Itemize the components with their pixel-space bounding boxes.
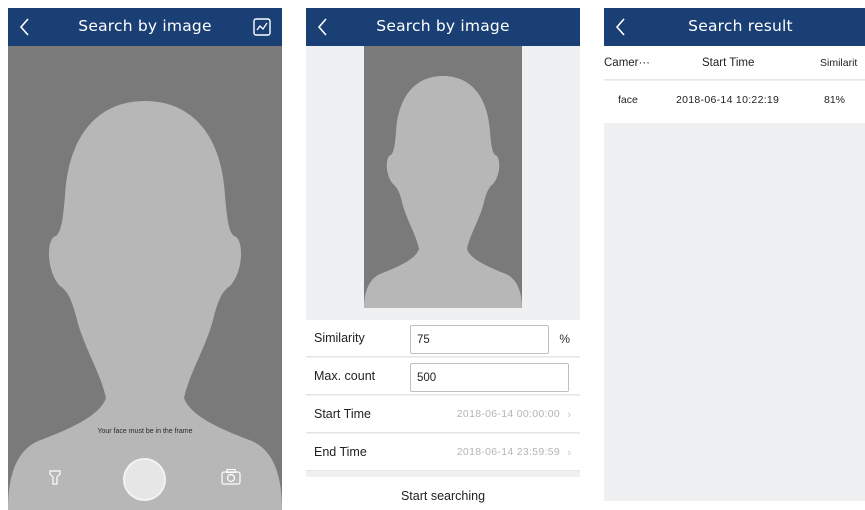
face-silhouette	[8, 101, 282, 510]
camera-screen: Search by image Your face must be in the…	[8, 8, 282, 510]
search-navbar: Search by image	[306, 8, 580, 46]
end-time-label: End Time	[314, 445, 367, 459]
result-navbar: Search result	[604, 8, 865, 46]
page-title: Search by image	[376, 17, 510, 35]
column-header-similarity: Similarit	[820, 57, 858, 69]
end-time-value: 2018-06-14 23:59:59	[456, 446, 560, 458]
switch-camera-icon[interactable]	[220, 468, 242, 486]
max-count-label: Max. count	[314, 369, 376, 383]
page-title: Search by image	[78, 17, 212, 35]
cell-start-time: 2018-06-14 10:22:19	[676, 94, 780, 106]
camera-toolbar	[8, 456, 282, 510]
result-table-header: Camer··· Start Time Similarit	[604, 46, 865, 80]
camera-viewfinder: Your face must be in the frame	[8, 46, 282, 510]
camera-navbar: Search by image	[8, 8, 282, 46]
cell-camera: face	[618, 94, 638, 106]
cell-similarity: 81%	[824, 94, 846, 106]
chevron-right-icon: ›	[567, 447, 571, 459]
start-time-label: Start Time	[314, 407, 371, 421]
start-time-row[interactable]: Start Time 2018-06-14 00:00:00 ›	[306, 396, 580, 433]
similarity-label: Similarity	[314, 331, 365, 345]
column-header-start-time: Start Time	[702, 57, 755, 69]
shutter-button[interactable]	[123, 458, 166, 501]
gallery-icon[interactable]	[252, 17, 272, 37]
result-footer	[604, 501, 865, 510]
max-count-input[interactable]: 500	[410, 363, 569, 392]
face-frame-hint: Your face must be in the frame	[97, 428, 193, 435]
similarity-unit: %	[559, 332, 570, 346]
max-count-row: Max. count 500	[306, 358, 580, 395]
search-screen: Search by image Similarity 75 % Max. cou…	[306, 8, 580, 510]
table-row[interactable]: face 2018-06-14 10:22:19 81%	[604, 81, 865, 123]
start-searching-button[interactable]: Start searching	[306, 477, 580, 510]
result-screen: Search result Camer··· Start Time Simila…	[604, 8, 865, 510]
captured-face-photo[interactable]	[364, 46, 522, 308]
similarity-input[interactable]: 75	[410, 325, 549, 354]
page-title: Search result	[688, 17, 793, 35]
photo-area	[306, 46, 580, 320]
similarity-row: Similarity 75 %	[306, 320, 580, 357]
start-time-value: 2018-06-14 00:00:00	[456, 408, 560, 420]
end-time-row[interactable]: End Time 2018-06-14 23:59:59 ›	[306, 434, 580, 471]
chevron-right-icon: ›	[567, 409, 571, 421]
column-header-camera: Camer···	[604, 57, 650, 69]
flashlight-icon[interactable]	[48, 469, 62, 485]
